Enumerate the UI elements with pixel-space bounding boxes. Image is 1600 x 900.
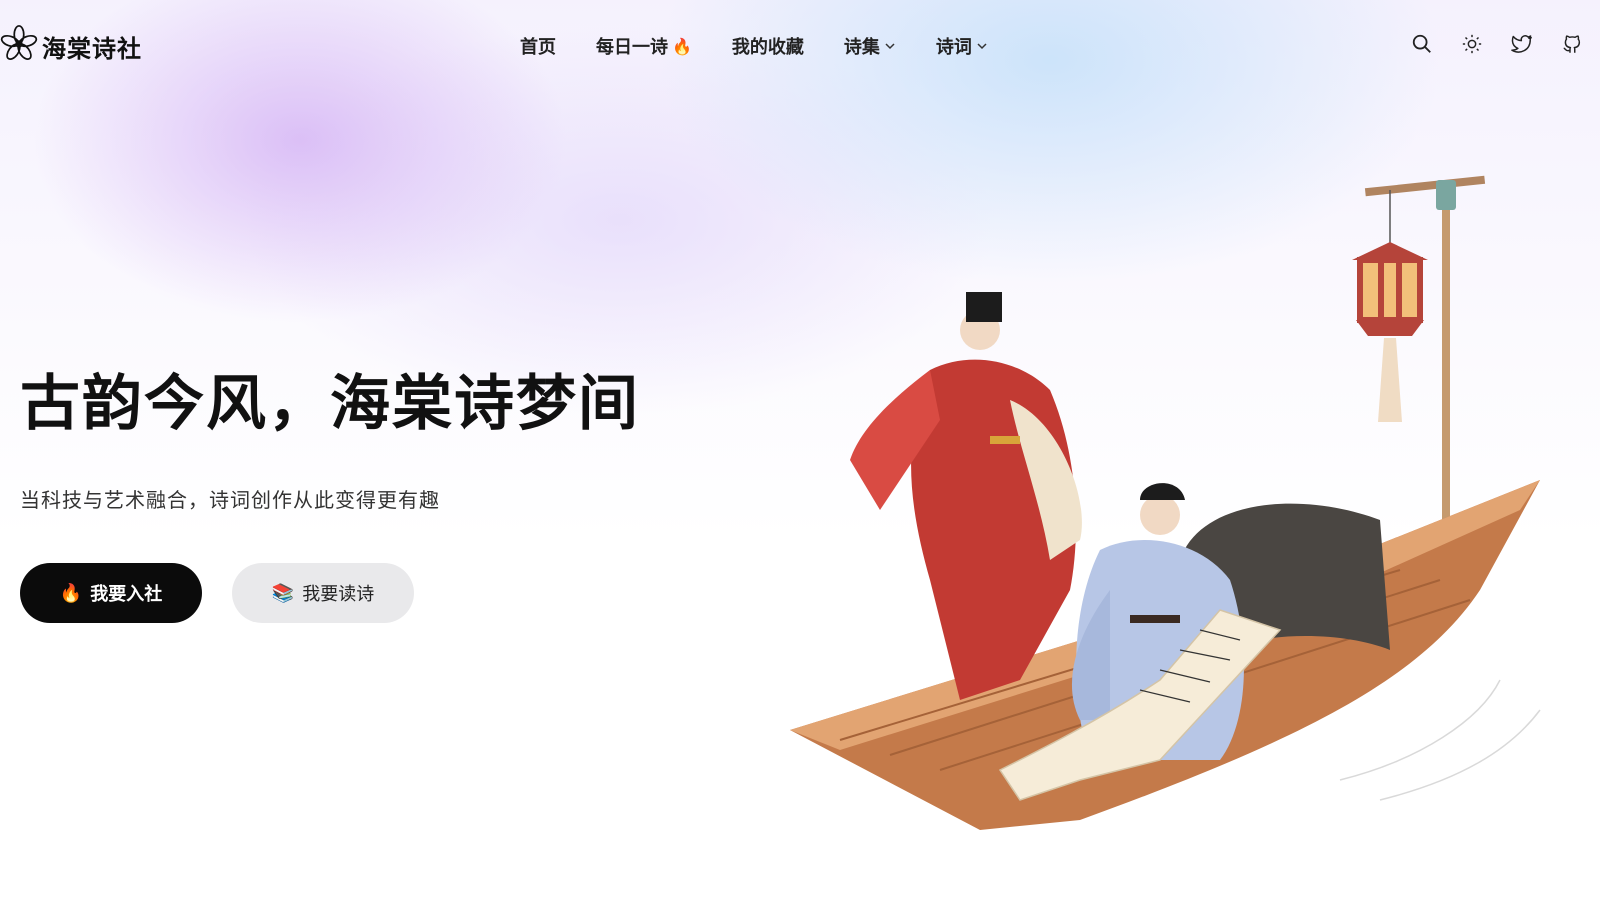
nav-label: 我的收藏 [731,37,804,58]
brand-logo[interactable]: 海棠诗社 [0,25,142,67]
fire-icon: 🔥 [672,36,692,56]
fire-icon: 🔥 [59,582,83,604]
hero-subtitle: 当科技与艺术融合，诗词创作从此变得更有趣 [20,488,440,512]
nav-label: 诗集 [843,37,880,58]
hero-section: 古韵今风，海棠诗梦间 当科技与艺术融合，诗词创作从此变得更有趣 🔥 我要入社 📚… [20,368,640,623]
nav-collections-dropdown[interactable]: 诗集 [844,32,896,60]
nav-label: 首页 [520,37,556,58]
chevron-down-icon [976,36,988,57]
nav-home[interactable]: 首页 [520,32,556,60]
nav-daily-poem[interactable]: 每日一诗 🔥 [596,32,692,60]
flower-icon [0,25,38,67]
nav-favorites[interactable]: 我的收藏 [732,32,804,60]
sun-icon[interactable] [1460,32,1484,56]
read-poems-button-label: 我要读诗 [302,584,375,605]
join-button-label: 我要入社 [90,584,163,605]
twitter-icon[interactable] [1510,32,1534,56]
chevron-down-icon [884,36,896,57]
read-poems-button[interactable]: 📚 我要读诗 [232,563,414,623]
nav-label: 诗词 [935,37,972,58]
nav-label: 每日一诗 [596,37,668,58]
brand-name: 海棠诗社 [42,34,142,63]
header-actions [1410,32,1584,56]
nav-poems-dropdown[interactable]: 诗词 [936,32,988,60]
github-icon[interactable] [1560,32,1584,56]
site-header: 海棠诗社 首页 每日一诗 🔥 我的收藏 诗集 诗词 [0,0,1600,92]
main-nav: 首页 每日一诗 🔥 我的收藏 诗集 诗词 [520,32,1028,60]
hero-illustration-boat-poets [790,175,1541,830]
hero-buttons: 🔥 我要入社 📚 我要读诗 [20,563,640,623]
join-button[interactable]: 🔥 我要入社 [20,563,202,623]
search-icon[interactable] [1410,32,1434,56]
hero-title: 古韵今风，海棠诗梦间 [20,369,640,439]
books-icon: 📚 [271,582,295,604]
